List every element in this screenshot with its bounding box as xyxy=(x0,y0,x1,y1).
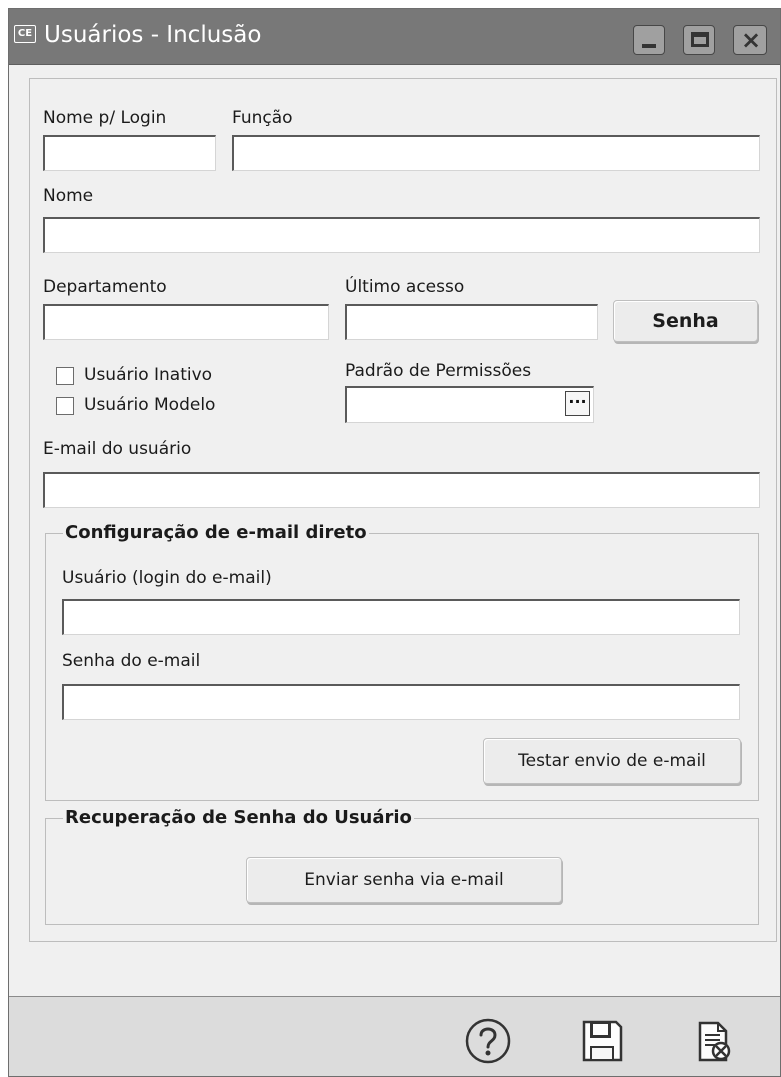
cancel-document-icon[interactable] xyxy=(690,1017,738,1065)
email-login-label: Usuário (login do e-mail) xyxy=(62,568,272,588)
save-icon[interactable] xyxy=(578,1017,626,1065)
password-button[interactable]: Senha xyxy=(613,300,758,342)
name-label: Nome xyxy=(43,186,94,206)
test-email-button[interactable]: Testar envio de e-mail xyxy=(483,738,741,784)
permission-pattern-label: Padrão de Permissões xyxy=(345,361,532,381)
department-label: Departamento xyxy=(43,277,167,297)
close-button[interactable]: × xyxy=(733,25,767,55)
minimize-button[interactable] xyxy=(633,25,665,55)
name-input[interactable] xyxy=(43,217,760,253)
window-title: Usuários - Inclusão xyxy=(44,22,262,48)
help-icon[interactable] xyxy=(464,1017,512,1065)
login-name-label: Nome p/ Login xyxy=(43,108,167,128)
last-access-input[interactable] xyxy=(345,304,598,340)
department-input[interactable] xyxy=(43,304,329,340)
send-password-email-button[interactable]: Enviar senha via e-mail xyxy=(246,857,562,903)
maximize-button[interactable] xyxy=(683,25,715,55)
function-input[interactable] xyxy=(232,135,760,171)
model-user-label: Usuário Modelo xyxy=(84,395,216,415)
login-name-input[interactable] xyxy=(43,135,216,171)
direct-email-config-title: Configuração de e-mail direto xyxy=(63,521,369,545)
permission-pattern-input[interactable] xyxy=(347,388,561,421)
direct-email-config-group: Configuração de e-mail direto Usuário (l… xyxy=(45,521,759,801)
inactive-user-label: Usuário Inativo xyxy=(84,365,213,385)
user-email-input[interactable] xyxy=(43,472,760,508)
model-user-checkbox[interactable] xyxy=(56,397,74,415)
minimize-icon xyxy=(642,44,656,48)
bottom-toolbar xyxy=(9,996,780,1076)
close-icon: × xyxy=(741,26,762,54)
password-recovery-title: Recuperação de Senha do Usuário xyxy=(63,806,414,830)
user-form-panel: Nome p/ Login Função Nome Departamento Ú… xyxy=(29,78,777,942)
title-bar[interactable]: CE Usuários - Inclusão × xyxy=(9,9,780,65)
permission-pattern-lookup[interactable]: ... xyxy=(345,386,594,423)
app-icon: CE xyxy=(14,25,36,43)
inactive-user-checkbox[interactable] xyxy=(56,367,74,385)
email-login-input[interactable] xyxy=(62,599,740,635)
ellipsis-lookup-button[interactable]: ... xyxy=(565,390,590,416)
users-inclusion-window: CE Usuários - Inclusão × Nome p/ Login F… xyxy=(8,8,781,1077)
email-password-label: Senha do e-mail xyxy=(62,651,201,671)
maximize-icon xyxy=(691,32,709,47)
password-recovery-group: Recuperação de Senha do Usuário Enviar s… xyxy=(45,806,759,925)
function-label: Função xyxy=(232,108,293,128)
email-password-input[interactable] xyxy=(62,684,740,720)
last-access-label: Último acesso xyxy=(345,277,465,297)
user-email-label: E-mail do usuário xyxy=(43,439,192,459)
